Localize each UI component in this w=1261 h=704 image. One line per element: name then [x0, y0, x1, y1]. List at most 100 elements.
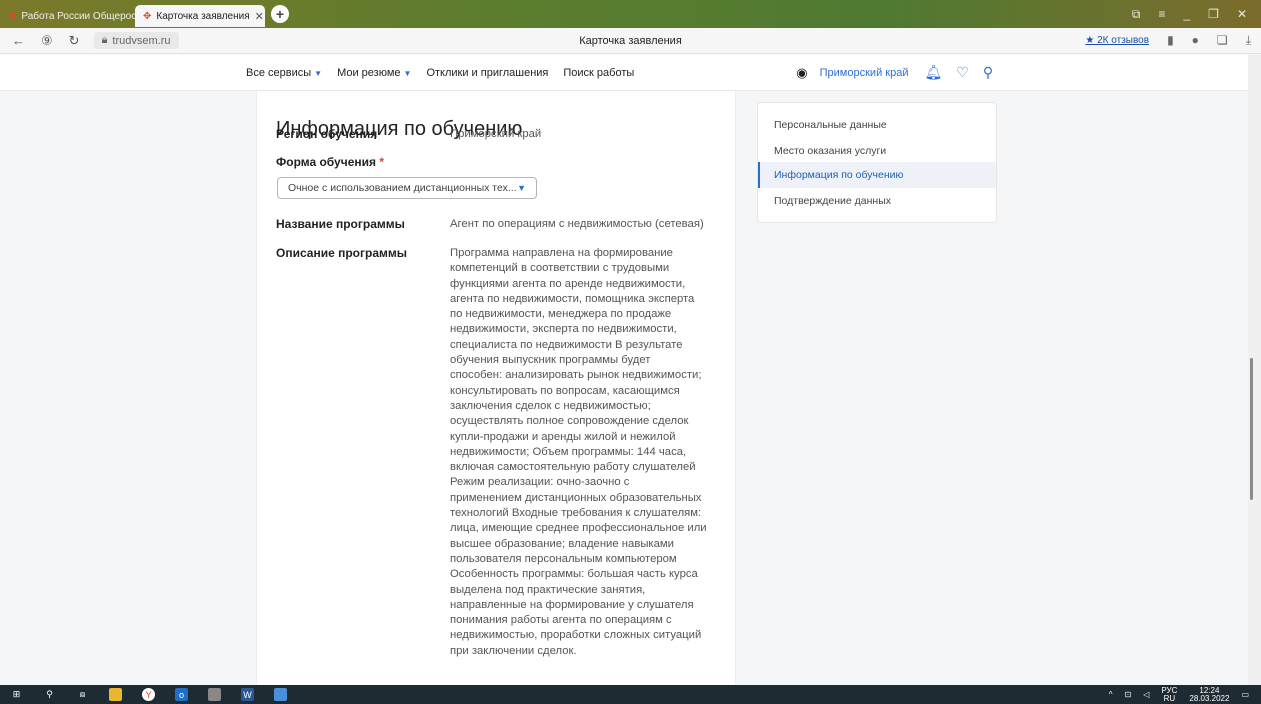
program-desc-line: при заключении сделок. — [450, 644, 577, 657]
step-service-location[interactable]: Место оказания услуги — [758, 138, 996, 164]
tray-chevron-icon[interactable]: ^ — [1109, 690, 1113, 699]
required-mark: * — [379, 155, 385, 169]
back-icon[interactable]: ← — [12, 33, 25, 49]
form-steps-nav: Персональные данные Место оказания услуг… — [757, 102, 997, 223]
program-desc-line: агента по недвижимости, помощника экспер… — [450, 292, 695, 305]
browser-tab-bar: ✥ Работа России Общерос ✥ Карточка заявл… — [0, 0, 1261, 28]
program-desc-line: компетенций в соответствии с трудовыми — [450, 262, 670, 275]
extension-icon[interactable]: ● — [1192, 33, 1199, 48]
network-icon[interactable]: ⊡ — [1125, 690, 1132, 699]
nav-job-search[interactable]: Поиск работы — [563, 67, 634, 79]
window-controls: ⧉ ≡ _ ❐ ✕ — [1132, 7, 1261, 22]
app-icon[interactable] — [208, 688, 221, 701]
heart-icon[interactable]: ♡ — [956, 64, 969, 81]
yandex-icon[interactable]: ⑨ — [41, 33, 53, 49]
address-bar: ← ⑨ ↻ 🔒︎ trudvsem.ru Карточка заявления … — [0, 28, 1261, 54]
notifications-icon[interactable]: ▭ — [1241, 690, 1249, 699]
site-favicon-icon: ✥ — [8, 10, 17, 22]
program-desc-line: недвижимости; Объем программы: 144 часа, — [450, 445, 687, 458]
program-desc-line: пользователя персональным компьютером — [450, 552, 677, 565]
search-icon[interactable]: ⚲ — [43, 688, 56, 701]
program-desc-line: выделена под практические занятия, — [450, 583, 646, 596]
close-tab-icon[interactable]: ✕ — [255, 10, 264, 23]
minimize-icon[interactable]: _ — [1183, 7, 1190, 22]
program-desc-line: по недвижимости, менеджера по продаже — [450, 308, 672, 321]
chevron-down-icon: ▼ — [403, 68, 412, 78]
program-desc-line: способен: анализировать рынок недвижимос… — [450, 369, 702, 382]
bell-icon[interactable]: 🔔︎ — [924, 64, 942, 81]
volume-icon[interactable]: ◁ — [1143, 690, 1149, 699]
form-select-value: Очное с использованием дистанционных тех… — [288, 182, 517, 194]
url-field[interactable]: 🔒︎ trudvsem.ru — [93, 32, 179, 49]
program-desc-line: консультировать по вопросам, касающимся — [450, 384, 680, 397]
file-explorer-icon[interactable] — [109, 688, 122, 701]
program-name-value: Агент по операциям с недвижимостью (сете… — [450, 218, 704, 230]
program-desc-line: недвижимостью, проработки сложных ситуац… — [450, 629, 702, 642]
tab-title: Работа России Общерос — [21, 10, 135, 22]
restore-icon[interactable]: ❐ — [1208, 7, 1219, 22]
download-icon[interactable]: ⤓ — [1246, 33, 1251, 48]
menu-icon[interactable]: ≡ — [1158, 7, 1165, 22]
nav-my-resumes[interactable]: Мои резюме ▼ — [337, 67, 411, 79]
region-value: Приморский край — [450, 128, 542, 140]
region-label: Регион обучения — [276, 127, 378, 141]
browser-tab-application-card[interactable]: ✥ Карточка заявления ✕ — [135, 5, 265, 27]
page-title-text: Карточка заявления — [579, 34, 682, 47]
program-desc-value: Программа направлена на формирование комп… — [450, 246, 730, 659]
program-desc-line: осуществлять полное сопровождение сделок — [450, 415, 689, 428]
program-desc-line: Режим реализации: очно-заочно с — [450, 476, 630, 489]
outlook-icon[interactable]: o — [175, 688, 188, 701]
url-text: trudvsem.ru — [112, 34, 171, 47]
nav-all-services[interactable]: Все сервисы ▼ — [246, 67, 322, 79]
new-tab-button[interactable]: + — [271, 5, 289, 23]
tabs-overview-icon[interactable]: ⧉ — [1132, 7, 1141, 22]
program-desc-line: Особенность программы: большая часть кур… — [450, 568, 698, 581]
region-name[interactable]: Приморский край — [820, 67, 909, 79]
scrollbar-thumb[interactable] — [1250, 358, 1253, 500]
program-desc-line: лица, имеющие среднее профессиональное и… — [450, 522, 707, 535]
program-name-label: Название программы — [276, 217, 405, 231]
clock[interactable]: 12:24 28.03.2022 — [1189, 686, 1229, 703]
program-desc-line: Программа направлена на формирование — [450, 247, 673, 259]
step-training-info[interactable]: Информация по обучению — [758, 162, 996, 188]
close-window-icon[interactable]: ✕ — [1237, 7, 1247, 22]
step-personal-data[interactable]: Персональные данные — [758, 112, 996, 138]
program-desc-line: высшее образование; владение навыками — [450, 537, 674, 550]
nav-responses[interactable]: Отклики и приглашения — [426, 67, 548, 79]
eye-icon[interactable]: ◉ — [796, 65, 807, 81]
user-icon[interactable]: ⚲ — [983, 64, 993, 81]
main-nav: Все сервисы ▼ Мои резюме ▼ Отклики и пригл… — [246, 67, 634, 79]
region-selector[interactable]: ◉ Приморский край — [796, 65, 908, 81]
program-desc-line: включая самостоятельную работу слушателе… — [450, 461, 696, 474]
reader-icon[interactable]: ❏ — [1217, 33, 1228, 48]
program-desc-line: купли-продажи и аренды жилой и нежилой — [450, 430, 676, 443]
form-label: Форма обучения * — [276, 155, 385, 169]
form-select[interactable]: Очное с использованием дистанционных тех… — [277, 177, 537, 199]
windows-taskbar: ⊞ ⚲ ⧈ Y o W ^ ⊡ ◁ РУС RU 12:24 28.03.2022 … — [0, 685, 1261, 704]
lock-icon: 🔒︎ — [101, 34, 108, 46]
bookmark-icon[interactable]: ▮ — [1167, 33, 1174, 48]
task-view-icon[interactable]: ⧈ — [76, 688, 89, 701]
language-indicator[interactable]: РУС RU — [1161, 686, 1177, 703]
program-desc-line: недвижимости, эксперта по недвижимости, — [450, 323, 677, 336]
training-info-card: Информация по обучению Регион обучения П… — [256, 91, 736, 685]
program-desc-label: Описание программы — [276, 246, 407, 260]
program-desc-line: обучения выпускник программы будет — [450, 354, 651, 367]
program-desc-line: заключения сделок с недвижимостью; — [450, 399, 651, 412]
word-icon[interactable]: W — [241, 688, 254, 701]
yandex-browser-icon[interactable]: Y — [142, 688, 155, 701]
program-desc-line: направленные на формирование у слушателя — [450, 598, 694, 611]
saved-file-icon[interactable] — [274, 688, 287, 701]
chevron-down-icon: ▼ — [314, 68, 323, 78]
browser-tab-trudvsem[interactable]: ✥ Работа России Общерос — [0, 5, 135, 27]
tab-title: Карточка заявления — [156, 10, 250, 22]
windows-start-icon[interactable]: ⊞ — [10, 688, 23, 701]
system-tray: ^ ⊡ ◁ РУС RU 12:24 28.03.2022 ▭ — [1109, 686, 1261, 703]
step-data-confirmation[interactable]: Подтверждение данных — [758, 188, 996, 214]
program-desc-line: понимания работы агента по операциям с — [450, 614, 672, 627]
program-desc-line: технологий Входные требования к слушател… — [450, 507, 702, 520]
program-desc-line: применением дистанционных образовательны… — [450, 491, 702, 504]
reviews-link[interactable]: ★ 2К отзывов — [1085, 35, 1149, 46]
reload-icon[interactable]: ↻ — [69, 33, 80, 49]
program-desc-line: специалиста по недвижимости В результате — [450, 338, 683, 351]
